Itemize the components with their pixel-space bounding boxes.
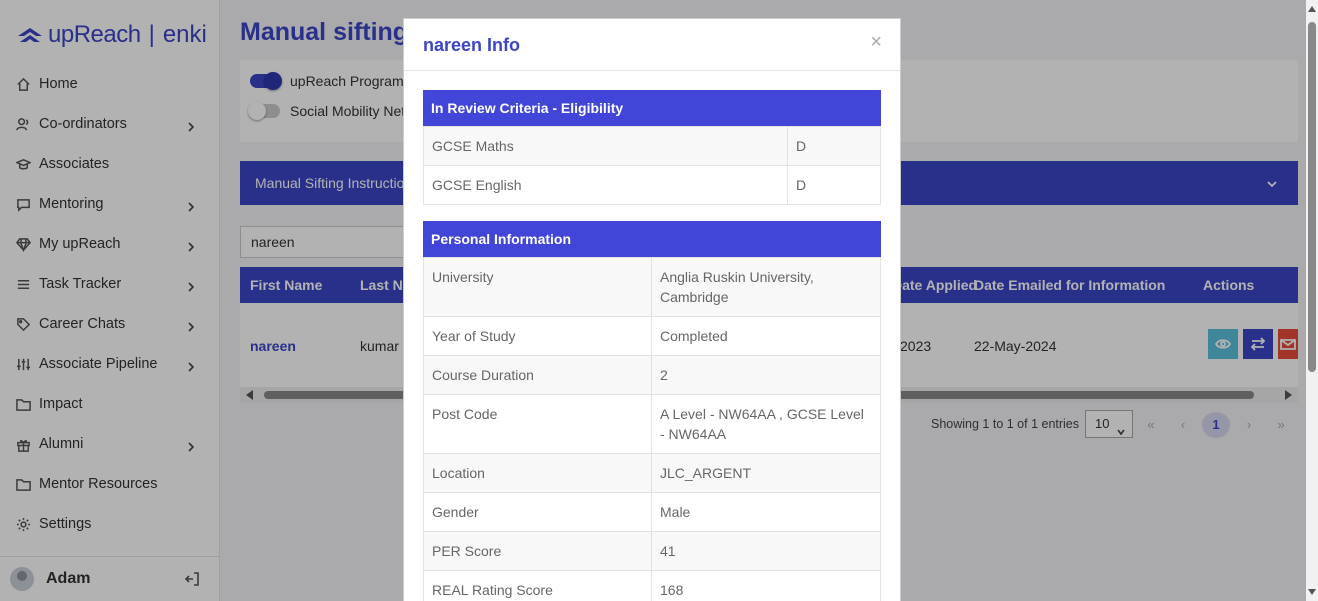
eligibility-section-title: In Review Criteria - Eligibility xyxy=(423,90,881,126)
value-cell: Completed xyxy=(651,316,881,356)
eligibility-table: GCSE Maths D GCSE English D xyxy=(423,126,881,205)
modal-title: nareen Info xyxy=(423,35,521,55)
value-cell: Male xyxy=(651,492,881,532)
label-cell: GCSE English xyxy=(423,165,788,205)
table-row: PER Score 41 xyxy=(423,531,881,571)
value-cell: 2 xyxy=(651,355,881,395)
label-cell: University xyxy=(423,257,652,317)
table-row: Post Code A Level - NW64AA , GCSE Level … xyxy=(423,394,881,454)
table-row: Location JLC_ARGENT xyxy=(423,453,881,493)
scrollbar-thumb[interactable] xyxy=(1308,22,1316,372)
table-row: Year of Study Completed xyxy=(423,316,881,356)
label-cell: Location xyxy=(423,453,652,493)
close-icon[interactable]: × xyxy=(870,31,882,54)
personal-info-table: University Anglia Ruskin University, Cam… xyxy=(423,257,881,601)
personal-section-title: Personal Information xyxy=(423,221,881,257)
table-row: GCSE English D xyxy=(423,165,881,205)
table-row: REAL Rating Score 168 xyxy=(423,570,881,601)
label-cell: Course Duration xyxy=(423,355,652,395)
label-cell: Year of Study xyxy=(423,316,652,356)
table-row: Course Duration 2 xyxy=(423,355,881,395)
label-cell: Post Code xyxy=(423,394,652,454)
table-row: University Anglia Ruskin University, Cam… xyxy=(423,257,881,317)
modal-header: nareen Info × xyxy=(404,19,900,71)
scroll-up-icon[interactable] xyxy=(1308,6,1316,12)
value-cell: Anglia Ruskin University, Cambridge xyxy=(651,257,881,317)
value-cell: D xyxy=(787,165,881,205)
label-cell: GCSE Maths xyxy=(423,126,788,166)
scroll-down-icon[interactable] xyxy=(1308,589,1316,595)
value-cell: D xyxy=(787,126,881,166)
table-row: Gender Male xyxy=(423,492,881,532)
info-modal: nareen Info × In Review Criteria - Eligi… xyxy=(403,18,901,601)
value-cell: JLC_ARGENT xyxy=(651,453,881,493)
label-cell: PER Score xyxy=(423,531,652,571)
vertical-scrollbar[interactable] xyxy=(1306,0,1318,601)
label-cell: REAL Rating Score xyxy=(423,570,652,601)
value-cell: 41 xyxy=(651,531,881,571)
label-cell: Gender xyxy=(423,492,652,532)
table-row: GCSE Maths D xyxy=(423,126,881,166)
value-cell: 168 xyxy=(651,570,881,601)
value-cell: A Level - NW64AA , GCSE Level - NW64AA xyxy=(651,394,881,454)
